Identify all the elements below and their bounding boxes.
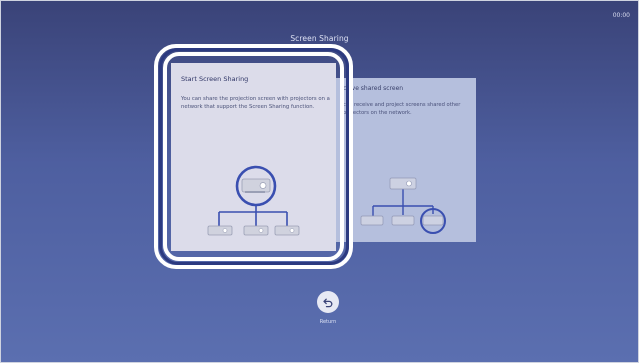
screen-sharing-screen: 00:00 Screen Sharing ceive shared screen…: [0, 0, 639, 363]
share-diagram-icon: [207, 165, 300, 236]
return-label: Return: [319, 319, 337, 325]
return-button[interactable]: [317, 291, 339, 313]
receive-diagram-icon: [360, 177, 446, 234]
return-arrow-icon: [323, 298, 333, 308]
